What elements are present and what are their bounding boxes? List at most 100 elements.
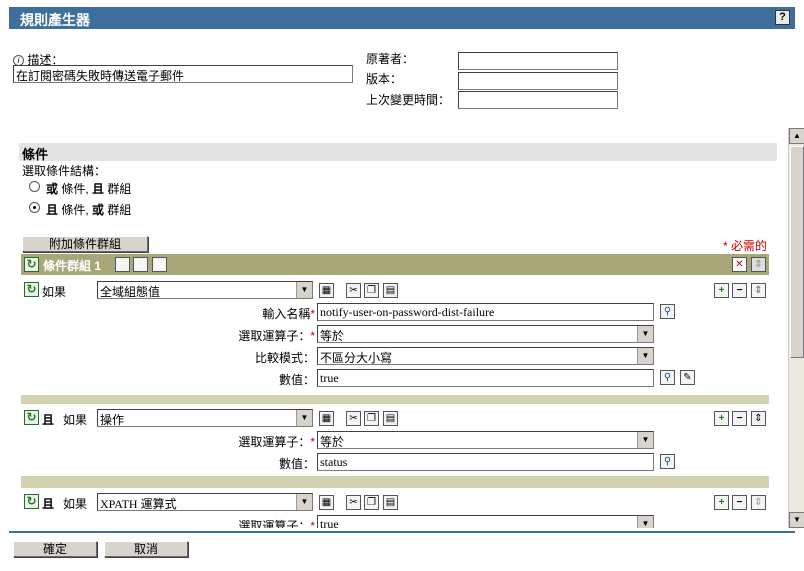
operator-select[interactable]: 等於 ▼ [317,431,654,449]
condition-group-header: ↻ 條件群組 1 ✂ ❐ ▤ ✕ ⇕ [21,254,769,275]
move-group-icon[interactable]: ⇕ [751,257,766,272]
chevron-down-icon: ▼ [637,432,653,448]
and-label: 且 [42,497,55,511]
add-condition-icon[interactable]: + [714,411,729,426]
operator-select[interactable]: true ▼ [317,515,654,528]
condition-type-select[interactable]: 全域組態值 ▼ [97,281,313,299]
version-field[interactable] [458,72,618,90]
window-title: 規則產生器 [20,12,90,28]
refresh-icon[interactable]: ↻ [24,494,39,509]
ok-button[interactable]: 確定 [13,541,97,557]
scroll-thumb[interactable] [790,146,804,358]
copy-icon[interactable]: ❐ [364,283,379,298]
description-field[interactable]: 在訂閱密碼失敗時傳送電子郵件 [13,65,353,83]
required-note: * 必需的 [723,239,768,253]
condition-type-value: XPATH 運算式 [100,497,177,511]
move-condition-icon[interactable]: ⇕ [751,495,766,510]
compare-mode-select[interactable]: 不區分大小寫 ▼ [317,347,654,365]
option-and-bold: 或 [92,203,105,217]
value-field[interactable]: true [317,369,654,387]
browse-icon[interactable]: ▦ [319,411,334,426]
refresh-icon[interactable]: ↻ [24,410,39,425]
condition-group-title: 條件群組 1 [43,259,102,273]
radio-or-conditions[interactable] [29,181,40,192]
move-condition-icon[interactable]: ⇕ [751,411,766,426]
copy-icon[interactable]: ❐ [364,495,379,510]
cut-icon[interactable]: ✂ [346,411,361,426]
help-button[interactable]: ? [775,10,790,25]
name-field[interactable]: notify-user-on-password-dist-failure [317,303,654,321]
footer-divider [9,531,795,533]
conditions-header: 條件 [19,143,777,162]
option-or-bold: 且 [92,182,105,196]
search-icon[interactable]: ⚲ [660,370,675,385]
chevron-down-icon: ▼ [296,410,312,426]
edit-value-icon[interactable]: ✎ [680,370,695,385]
remove-condition-icon[interactable]: − [732,411,747,426]
scroll-up-icon[interactable]: ▲ [789,128,804,144]
condition-type-select[interactable]: XPATH 運算式 ▼ [97,493,313,511]
option-and-conditions-label: 且 條件, 或 群組 [46,201,131,218]
delete-group-icon[interactable]: ✕ [732,257,747,272]
copy-icon[interactable]: ❐ [364,411,379,426]
browse-icon[interactable]: ▦ [319,495,334,510]
add-condition-icon[interactable]: + [714,495,729,510]
chevron-down-icon: ▼ [296,494,312,510]
paste-icon[interactable]: ▤ [383,411,398,426]
value-field[interactable]: status [317,453,654,471]
paste-icon[interactable]: ▤ [383,495,398,510]
add-condition-group-button[interactable]: 附加條件群組 [22,236,148,252]
paste-icon[interactable]: ▤ [383,283,398,298]
paste-icon[interactable]: ▤ [152,257,167,272]
operator-label: 選取運算子：* [238,519,315,528]
operator-value: 等於 [320,435,345,449]
condition-row-3: ↻ 且 如果 XPATH 運算式 ▼ ▦ ✂ ❐ ▤ + − ⇕ 選取運算子：*… [21,488,769,528]
window-title-bar: 規則產生器 ? [9,7,795,29]
last-modified-label: 上次變更時間： [366,93,451,107]
add-condition-icon[interactable]: + [714,283,729,298]
condition-type-value: 操作 [100,413,125,427]
condition-type-select[interactable]: 操作 ▼ [97,409,313,427]
value-label: 數值： [278,457,315,471]
cancel-button[interactable]: 取消 [104,541,188,557]
refresh-icon[interactable]: ↻ [24,257,39,272]
if-label: 如果 [63,413,88,427]
structure-label: 選取條件結構： [22,164,107,178]
search-icon[interactable]: ⚲ [660,304,675,319]
condition-row-2: ↻ 且 如果 操作 ▼ ▦ ✂ ❐ ▤ + − ⇕ 選取運算子：* 等於 ▼ 數… [21,404,769,476]
condition-group-body: ↻ 如果 全域組態值 ▼ ▦ ✂ ❐ ▤ + − ⇕ 輸入名稱* notify-… [21,276,769,528]
scroll-down-icon[interactable]: ▼ [789,512,804,528]
remove-condition-icon[interactable]: − [732,495,747,510]
author-field[interactable] [458,52,618,70]
browse-icon[interactable]: ▦ [319,283,334,298]
cut-icon[interactable]: ✂ [346,283,361,298]
option-or-conditions-label: 或 條件, 且 群組 [46,180,131,197]
option-or-prefix: 或 [46,182,59,196]
compare-mode-label: 比較模式： [254,351,315,365]
radio-and-conditions[interactable] [29,202,40,213]
cut-icon[interactable]: ✂ [115,257,130,272]
operator-label: 選取運算子：* [238,435,315,449]
operator-value: 等於 [320,329,345,343]
chevron-down-icon: ▼ [637,326,653,342]
condition-row-1: ↻ 如果 全域組態值 ▼ ▦ ✂ ❐ ▤ + − ⇕ 輸入名稱* notify-… [21,276,769,395]
search-icon[interactable]: ⚲ [660,454,675,469]
operator-select[interactable]: 等於 ▼ [317,325,654,343]
last-modified-field[interactable] [458,91,618,109]
option-and-suffix: 群組 [104,203,132,217]
value-label: 數值： [278,373,315,387]
refresh-icon[interactable]: ↻ [24,282,39,297]
operator-label: 選取運算子：* [238,329,315,343]
name-label: 輸入名稱* [262,307,315,321]
compare-mode-value: 不區分大小寫 [320,351,393,365]
vertical-scrollbar[interactable]: ▲ ▼ [788,128,804,528]
option-or-middle: 條件, [58,182,93,196]
chevron-down-icon: ▼ [637,348,653,364]
remove-condition-icon[interactable]: − [732,283,747,298]
cut-icon[interactable]: ✂ [346,495,361,510]
operator-value: true [320,517,339,528]
move-condition-icon[interactable]: ⇕ [751,283,766,298]
condition-type-value: 全域組態值 [100,285,161,299]
version-label: 版本： [366,72,403,86]
copy-icon[interactable]: ❐ [133,257,148,272]
